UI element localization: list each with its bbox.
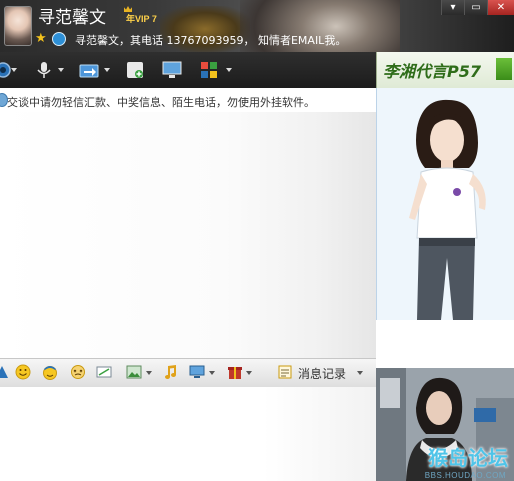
maximize-button[interactable]: ▭ [464, 0, 487, 15]
file-transfer-icon [79, 64, 99, 78]
message-input[interactable] [0, 387, 376, 481]
emoticon-icon[interactable] [15, 364, 31, 380]
dropdown-arrow-icon[interactable] [246, 371, 252, 375]
magic-emoticon-icon[interactable] [42, 364, 58, 380]
dropdown-arrow-icon[interactable] [146, 371, 152, 375]
security-notice-text: 交谈中请勿轻信汇款、中奖信息、陌生电话，勿使用外挂软件。 [7, 96, 315, 109]
dropdown-arrow-icon[interactable] [58, 68, 64, 72]
contact-avatar[interactable] [4, 6, 32, 46]
status-icon[interactable] [52, 32, 66, 46]
message-history-button[interactable]: 消息记录 [298, 365, 346, 382]
close-button[interactable]: ✕ [487, 0, 514, 15]
video-call-button[interactable] [0, 61, 18, 79]
ad-show-image[interactable] [376, 88, 514, 320]
remote-desktop-icon [162, 61, 182, 78]
watermark-url: BBS.HOUDAO.COM [424, 471, 506, 480]
gift-icon[interactable] [227, 364, 243, 380]
window-controls: ▾ ▭ ✕ [441, 0, 514, 16]
model-figure-illustration [377, 88, 514, 320]
dropdown-arrow-icon[interactable] [357, 371, 363, 375]
image-icon[interactable] [126, 364, 142, 380]
ad-banner[interactable]: 李湘代言P57 [376, 52, 514, 88]
remote-desktop-button[interactable] [162, 61, 184, 79]
shake-icon[interactable] [70, 364, 86, 380]
menu-button[interactable]: ▾ [441, 0, 464, 15]
watermark-logo: 猴岛论坛 [428, 446, 508, 470]
ad-banner-text: 李湘代言P57 [383, 62, 481, 81]
message-history-area[interactable] [0, 112, 376, 358]
apps-icon [201, 62, 217, 78]
screen-share-icon[interactable] [189, 364, 205, 380]
ad-spacer [376, 320, 514, 368]
contact-signature: 寻范馨文，其电话 13767093959， 知情者EMAIL我。 [75, 34, 347, 47]
dropdown-arrow-icon[interactable] [209, 371, 215, 375]
font-icon[interactable] [0, 364, 10, 380]
star-icon[interactable]: ★ [35, 32, 47, 45]
security-notice: 交谈中请勿轻信汇款、中奖信息、陌生电话，勿使用外挂软件。 [0, 88, 376, 112]
history-icon[interactable] [277, 364, 293, 380]
dropdown-arrow-icon[interactable] [226, 68, 232, 72]
screenshot-icon[interactable] [96, 364, 112, 380]
chat-toolbar [0, 52, 376, 88]
music-icon[interactable] [162, 364, 178, 380]
input-toolbar: 消息记录 [0, 358, 376, 388]
dropdown-arrow-icon[interactable] [11, 68, 17, 72]
contact-show-photo[interactable]: 猴岛论坛 BBS.HOUDAO.COM [376, 368, 514, 481]
apps-button[interactable] [200, 61, 236, 79]
voice-call-button[interactable] [35, 61, 69, 79]
chat-header: 寻范馨文 年VIP 7 ★ 寻范馨文，其电话 13767093959， 知情者E… [0, 0, 514, 52]
file-transfer-button[interactable] [79, 61, 113, 79]
voice-call-icon [37, 62, 51, 78]
ad-logo-icon [496, 58, 512, 80]
contact-name[interactable]: 寻范馨文 [38, 3, 106, 28]
vip-badge[interactable]: 年VIP 7 [126, 12, 157, 25]
dropdown-arrow-icon[interactable] [104, 68, 110, 72]
add-member-icon [127, 62, 143, 78]
add-member-button[interactable] [126, 61, 146, 79]
